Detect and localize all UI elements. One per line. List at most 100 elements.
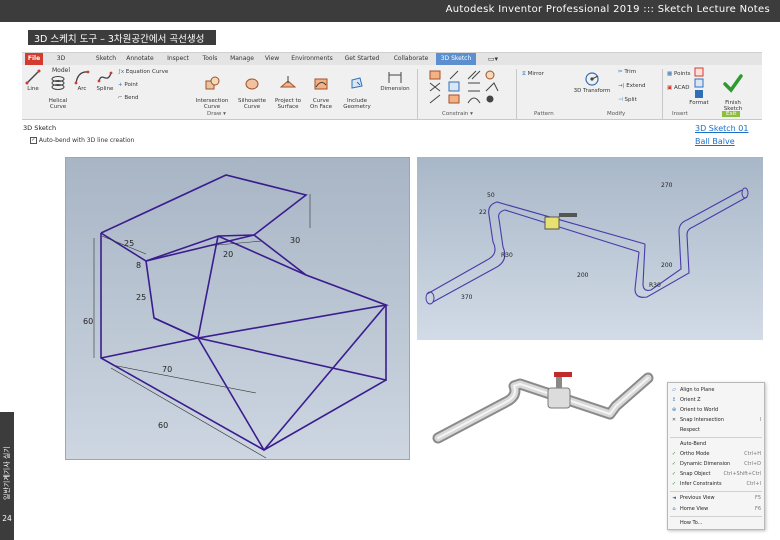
finish-check-icon <box>723 74 743 93</box>
silhouette-curve-icon <box>245 78 259 90</box>
pipe-end-ellipse <box>425 291 435 305</box>
tab-environments[interactable]: Environments <box>288 53 336 65</box>
arc-button[interactable]: Arc <box>73 69 91 92</box>
link-3d-sketch-01[interactable]: 3D Sketch 01 <box>695 124 748 133</box>
link-ball-balve[interactable]: Ball Balve <box>695 137 735 146</box>
menu-item-ortho-mode[interactable]: ✓ Ortho Mode Ctrl+H <box>668 449 764 459</box>
helical-curve-button[interactable]: Helical Curve <box>46 69 70 110</box>
browser-title: 3D Sketch <box>23 124 57 132</box>
silhouette-curve-label: Silhouette Curve <box>238 98 266 110</box>
valve-stem <box>556 376 562 388</box>
line-label: Line <box>27 86 39 92</box>
tab-overflow-icon[interactable]: ▭▾ <box>482 53 504 65</box>
include-geometry-icon <box>351 77 363 89</box>
menu-item-respect[interactable]: Respect <box>668 425 764 435</box>
pipe-dim-4: 200 <box>577 272 589 279</box>
spline-label: Spline <box>96 86 114 92</box>
tab-view[interactable]: View <box>262 53 282 65</box>
pipe-dim-6: 370 <box>461 294 473 301</box>
tab-tools[interactable]: Tools <box>199 53 221 65</box>
3d-transform-label: 3D Transform <box>573 88 611 94</box>
equation-curve-button[interactable]: ∫x Equation Curve <box>118 69 168 75</box>
tab-annotate[interactable]: Annotate <box>124 53 156 65</box>
split-button[interactable]: ⊣ Split <box>618 97 637 103</box>
check-icon: ✓ <box>671 461 677 467</box>
equation-curve-icon: ∫x <box>118 69 125 75</box>
pipe-dim-0: 270 <box>661 182 673 189</box>
valve-handle <box>554 372 572 377</box>
valve-handle <box>559 213 577 217</box>
group-label-constrain: Constrain ▾ <box>442 111 473 117</box>
tab-3d-sketch[interactable]: 3D Sketch <box>436 53 476 65</box>
line-button[interactable]: Line <box>24 69 42 92</box>
points-icon: ▦ <box>667 71 673 77</box>
curve-on-face-button[interactable]: Curve On Face <box>306 69 336 110</box>
trim-icon: ✂ <box>618 69 623 75</box>
pipe-dim-2: 22 <box>479 209 487 216</box>
slide-label: 3D 스케치 도구 – 3차원공간에서 곡선생성 <box>28 30 216 45</box>
menu-item-snap-intersection[interactable]: ✕ Snap Intersection I <box>668 415 764 425</box>
extend-icon: →| <box>618 83 625 89</box>
bend-button[interactable]: ⌐ Bend <box>118 95 139 101</box>
menu-item-auto-bend[interactable]: Auto-Bend <box>668 439 764 449</box>
side-text: 일반기계기사 실기 <box>2 446 12 500</box>
menu-item-snap-object[interactable]: ✓ Snap Object Ctrl+Shift+Ctrl <box>668 469 764 479</box>
auto-bend-checkbox[interactable]: ✓ <box>30 137 37 144</box>
snap-intersection-icon: ✕ <box>671 417 677 423</box>
mirror-button[interactable]: ⧖ Mirror <box>522 71 544 78</box>
helical-curve-icon <box>51 76 65 90</box>
ribbon-separator <box>417 69 418 119</box>
menu-item-home-view[interactable]: ⌂ Home View F6 <box>668 504 764 514</box>
point-button[interactable]: + Point <box>118 82 138 88</box>
format-label: Format <box>689 100 709 106</box>
dim-label-6: 70 <box>162 365 172 374</box>
tab-collaborate[interactable]: Collaborate <box>390 53 432 65</box>
dim-label-2: 30 <box>290 236 300 245</box>
tab-file[interactable]: File <box>25 53 43 65</box>
3d-transform-icon <box>585 72 599 86</box>
bend-label: Bend <box>124 95 139 101</box>
include-geometry-button[interactable]: Include Geometry <box>340 69 374 110</box>
spline-button[interactable]: Spline <box>94 69 116 92</box>
dim-label-5: 60 <box>83 317 93 326</box>
menu-item-how-to[interactable]: How To... <box>668 518 764 528</box>
pipe-drawing: 270 50 22 R30 200 200 370 R30 <box>425 182 749 305</box>
ribbon-tabbar: File 3D Model Sketch Annotate Inspect To… <box>22 53 762 74</box>
dimension-icon <box>388 72 402 83</box>
valve-body <box>544 216 560 230</box>
sketch-viewport-right[interactable]: 270 50 22 R30 200 200 370 R30 <box>417 157 763 340</box>
format-icon <box>694 67 704 98</box>
tab-sketch[interactable]: Sketch <box>94 53 118 65</box>
split-icon: ⊣ <box>618 97 623 103</box>
curve-on-face-icon <box>314 78 328 90</box>
menu-item-dynamic-dimension[interactable]: ✓ Dynamic Dimension Ctrl+D <box>668 459 764 469</box>
menu-item-previous-view[interactable]: ◄ Previous View F5 <box>668 493 764 503</box>
trim-button[interactable]: ✂ Trim <box>618 69 636 75</box>
tab-3d-model[interactable]: 3D Model <box>49 53 73 74</box>
menu-item-align-to-plane[interactable]: ▱ Align to Plane <box>668 385 764 395</box>
pipe-dim-7: R30 <box>649 282 661 289</box>
3d-transform-button[interactable]: 3D Transform <box>567 71 617 94</box>
menu-separator <box>670 437 762 438</box>
auto-bend-option[interactable]: ✓ Auto-bend with 3D line creation <box>30 137 134 144</box>
tab-manage[interactable]: Manage <box>227 53 257 65</box>
arc-icon <box>74 70 90 85</box>
sketch-viewport-left[interactable]: 25 20 30 8 25 60 70 60 <box>65 157 410 460</box>
intersection-curve-button[interactable]: Intersection Curve <box>192 69 232 110</box>
tab-get-started[interactable]: Get Started <box>342 53 382 65</box>
menu-item-orient-z[interactable]: ↥ Orient Z <box>668 395 764 405</box>
menu-item-orient-to-world[interactable]: ⊕ Orient to World <box>668 405 764 415</box>
dimension-button[interactable]: Dimension <box>376 69 414 92</box>
menu-item-infer-constraints[interactable]: ✓ Infer Constraints Ctrl+I <box>668 479 764 489</box>
menu-separator <box>670 491 762 492</box>
project-to-surface-button[interactable]: Project to Surface <box>272 69 304 110</box>
finish-sketch-button[interactable]: Finish Sketch <box>716 67 750 112</box>
silhouette-curve-button[interactable]: Silhouette Curve <box>235 69 269 110</box>
pipe-render-drawing <box>432 372 654 444</box>
format-button[interactable]: Format <box>685 67 713 106</box>
home-view-icon: ⌂ <box>672 506 676 512</box>
group-label-insert: Insert <box>672 111 688 117</box>
tab-inspect[interactable]: Inspect <box>164 53 192 65</box>
extend-button[interactable]: →| Extend <box>618 83 645 89</box>
constrain-icons <box>429 70 499 104</box>
